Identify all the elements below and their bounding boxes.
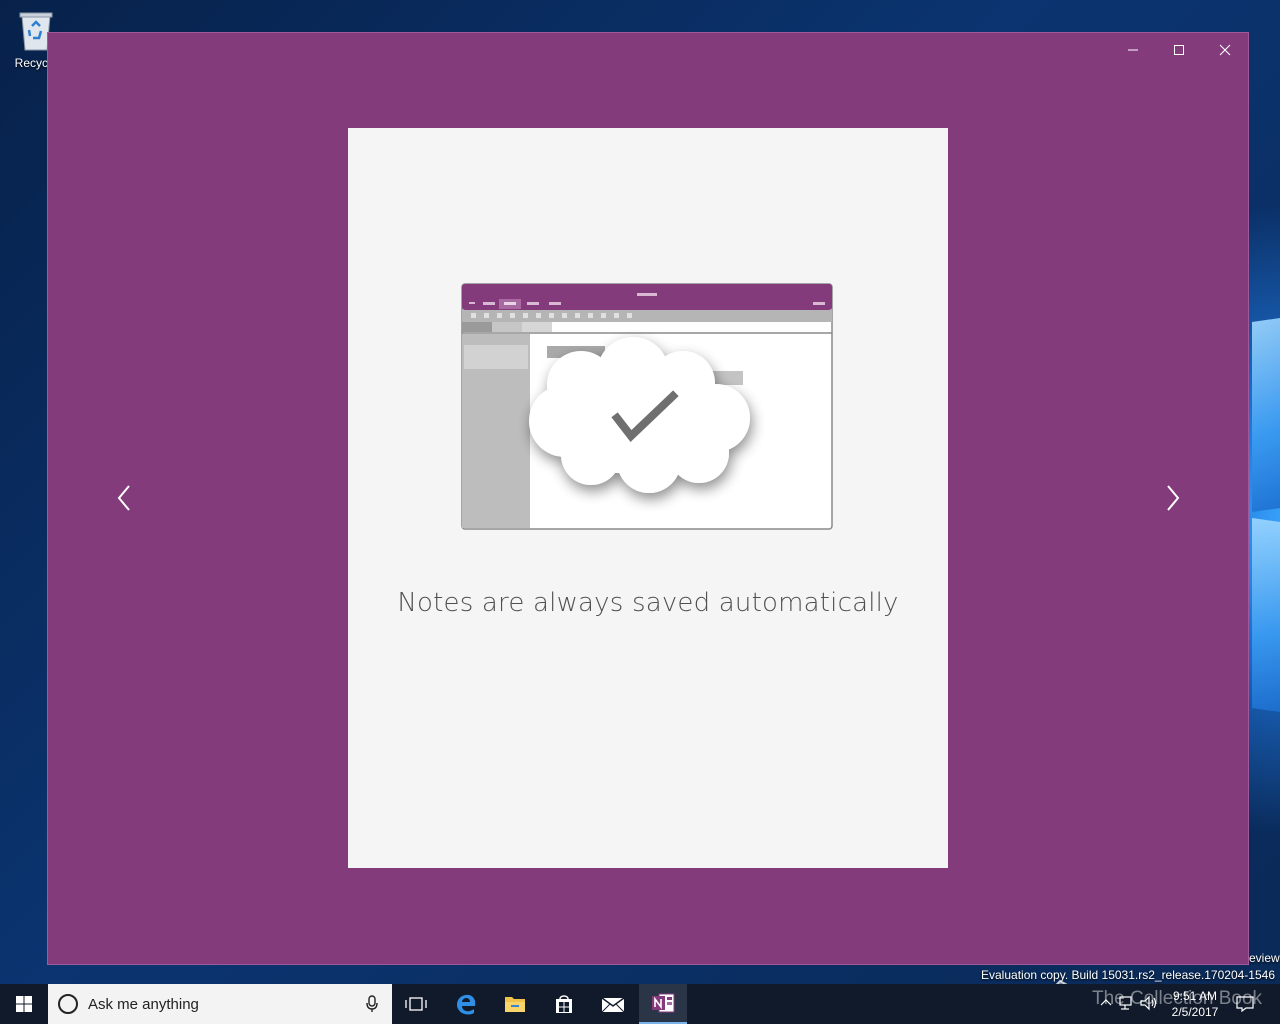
cortana-circle-icon [58,994,78,1014]
mail-taskbar-button[interactable] [589,984,637,1024]
close-button[interactable] [1202,35,1248,65]
file-explorer-taskbar-button[interactable] [491,984,539,1024]
task-view-icon [405,997,427,1011]
cortana-search-box[interactable]: Ask me anything [48,984,392,1024]
start-button[interactable] [0,984,48,1024]
windows-start-icon [16,996,32,1012]
taskbar: Ask me anything 9:51 AM 2/5/2017 [0,984,1280,1024]
preview-watermark-fragment: eview [1249,951,1280,965]
microphone-icon[interactable] [366,995,378,1013]
task-view-button[interactable] [392,984,440,1024]
search-placeholder: Ask me anything [88,995,199,1013]
chevron-right-icon [1167,485,1180,511]
onenote-window: Notes are always saved automatically [47,32,1249,965]
wallpaper-logo-pane-bottom [1252,518,1280,712]
evaluation-watermark: Evaluation copy. Build 15031.rs2_release… [981,968,1275,982]
maximize-icon [1174,45,1184,55]
site-watermark-text: The Collection Book [1092,988,1263,1009]
slide-caption: Notes are always saved automatically [397,588,899,618]
store-icon [556,995,572,1013]
edge-icon [457,994,476,1015]
file-explorer-icon [505,997,525,1012]
edge-taskbar-button[interactable] [442,984,490,1024]
close-icon [1219,44,1231,56]
chevron-left-icon [117,485,130,511]
next-slide-button[interactable] [1153,483,1193,513]
previous-slide-button[interactable] [104,483,144,513]
autosave-illustration [461,283,835,533]
wallpaper-logo-pane-top [1252,318,1280,512]
store-taskbar-button[interactable] [540,984,588,1024]
maximize-button[interactable] [1156,35,1202,65]
minimize-button[interactable] [1110,35,1156,65]
mail-icon [601,997,625,1013]
onenote-icon [652,993,675,1013]
onenote-taskbar-button[interactable] [639,984,687,1024]
minimize-icon [1128,49,1138,51]
welcome-slide-card: Notes are always saved automatically [348,128,948,868]
